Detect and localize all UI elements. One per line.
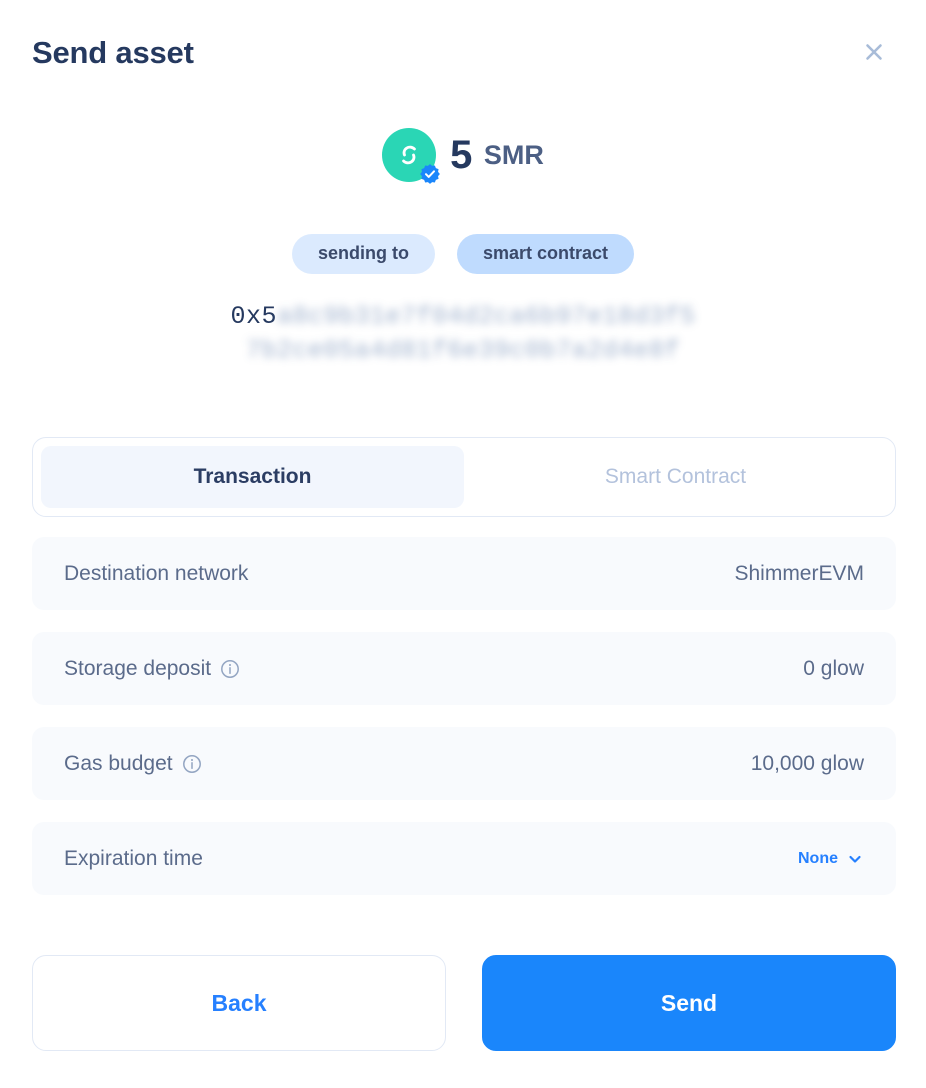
smart-contract-pill: smart contract (456, 234, 635, 274)
row-value-destination-network: ShimmerEVM (734, 561, 864, 585)
tab-transaction-label: Transaction (193, 465, 312, 488)
row-label-destination-network: Destination network (64, 561, 249, 585)
row-label-expiration-time: Expiration time (64, 846, 203, 870)
info-icon[interactable] (182, 754, 202, 774)
tab-smart-contract-label: Smart Contract (604, 465, 747, 488)
table-row: Gas budget 10,000 glow (32, 727, 896, 800)
info-icon[interactable] (220, 659, 240, 679)
back-button-label: Back (211, 989, 267, 1016)
table-row: Expiration time None (32, 822, 896, 895)
send-button[interactable]: Send (482, 955, 896, 1051)
amount-summary: 5 SMR (0, 128, 926, 184)
recipient-address[interactable]: 0x5a8c9b31e7f04d2ca6b97e18d3f5 7b2ce05a4… (0, 300, 926, 368)
row-label-storage-deposit: Storage deposit (64, 657, 240, 681)
modal-header: Send asset (0, 0, 926, 104)
chevron-down-icon (846, 850, 864, 868)
amount-unit: SMR (483, 139, 544, 170)
expiration-time-selector[interactable]: None (798, 850, 864, 868)
page-title: Send asset (32, 34, 194, 70)
address-redacted-line-2: 7b2ce05a4d81f6e39c0b7a2d4e8f (245, 335, 681, 365)
send-button-label: Send (660, 989, 718, 1016)
recipient-pills: sending to smart contract (0, 234, 926, 274)
table-row: Destination network ShimmerEVM (32, 537, 896, 610)
back-button[interactable]: Back (32, 955, 446, 1051)
footer-actions: Back Send (32, 955, 896, 1051)
tab-transaction[interactable]: Transaction (41, 446, 464, 508)
row-value-storage-deposit: 0 glow (803, 656, 864, 680)
tab-smart-contract[interactable]: Smart Contract (464, 446, 887, 508)
row-label-gas-budget: Gas budget (64, 752, 202, 776)
close-icon (861, 39, 887, 65)
table-row: Storage deposit 0 glow (32, 632, 896, 705)
transaction-details: Destination network ShimmerEVM Storage d… (32, 537, 896, 917)
avatar (382, 128, 441, 184)
sending-to-pill: sending to (291, 234, 435, 274)
close-button[interactable] (854, 32, 894, 72)
amount-value: 5 (450, 133, 472, 177)
verified-badge-icon (419, 163, 441, 185)
address-redacted-line-1: a8c9b31e7f04d2ca6b97e18d3f5 (276, 302, 696, 331)
row-value-gas-budget: 10,000 glow (750, 751, 864, 775)
address-prefix: 0x5 (230, 302, 277, 331)
details-tabs: Transaction Smart Contract (32, 437, 896, 517)
row-value-expiration-time: None (798, 849, 838, 867)
